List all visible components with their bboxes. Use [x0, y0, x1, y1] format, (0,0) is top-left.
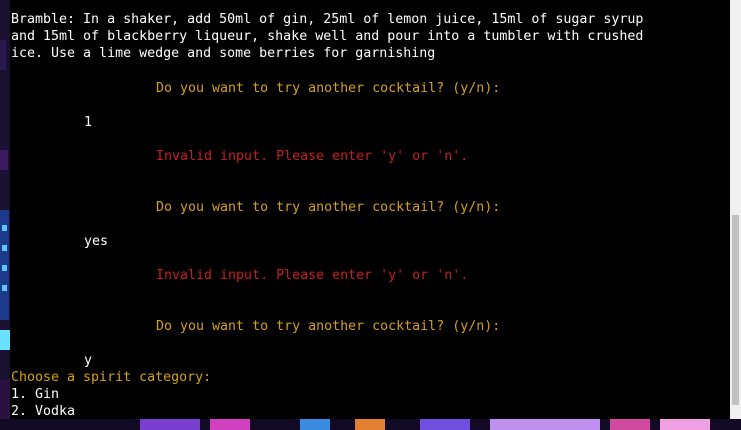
- user-input-echo: y: [84, 353, 93, 368]
- recipe-text-line: ice. Use a lime wedge and some berries f…: [11, 46, 436, 61]
- error-message: Invalid input. Please enter 'y' or 'n'.: [156, 268, 469, 283]
- user-input-echo: 1: [84, 115, 93, 130]
- terminal-output[interactable]: Bramble: In a shaker, add 50ml of gin, 2…: [10, 0, 730, 419]
- vertical-scrollbar[interactable]: [730, 0, 741, 419]
- error-message: Invalid input. Please enter 'y' or 'n'.: [156, 149, 469, 164]
- recipe-text-line: Bramble: In a shaker, add 50ml of gin, 2…: [11, 12, 644, 27]
- scrollbar-thumb[interactable]: [732, 215, 739, 405]
- continue-prompt: Do you want to try another cocktail? (y/…: [156, 319, 501, 334]
- menu-item: 2. Vodka: [11, 404, 76, 419]
- continue-prompt: Do you want to try another cocktail? (y/…: [156, 81, 501, 96]
- recipe-text-line: and 15ml of blackberry liqueur, shake we…: [11, 29, 644, 44]
- continue-prompt: Do you want to try another cocktail? (y/…: [156, 200, 501, 215]
- menu-title: Choose a spirit category:: [11, 370, 212, 385]
- user-input-echo: yes: [84, 234, 109, 249]
- menu-item: 1. Gin: [11, 387, 60, 402]
